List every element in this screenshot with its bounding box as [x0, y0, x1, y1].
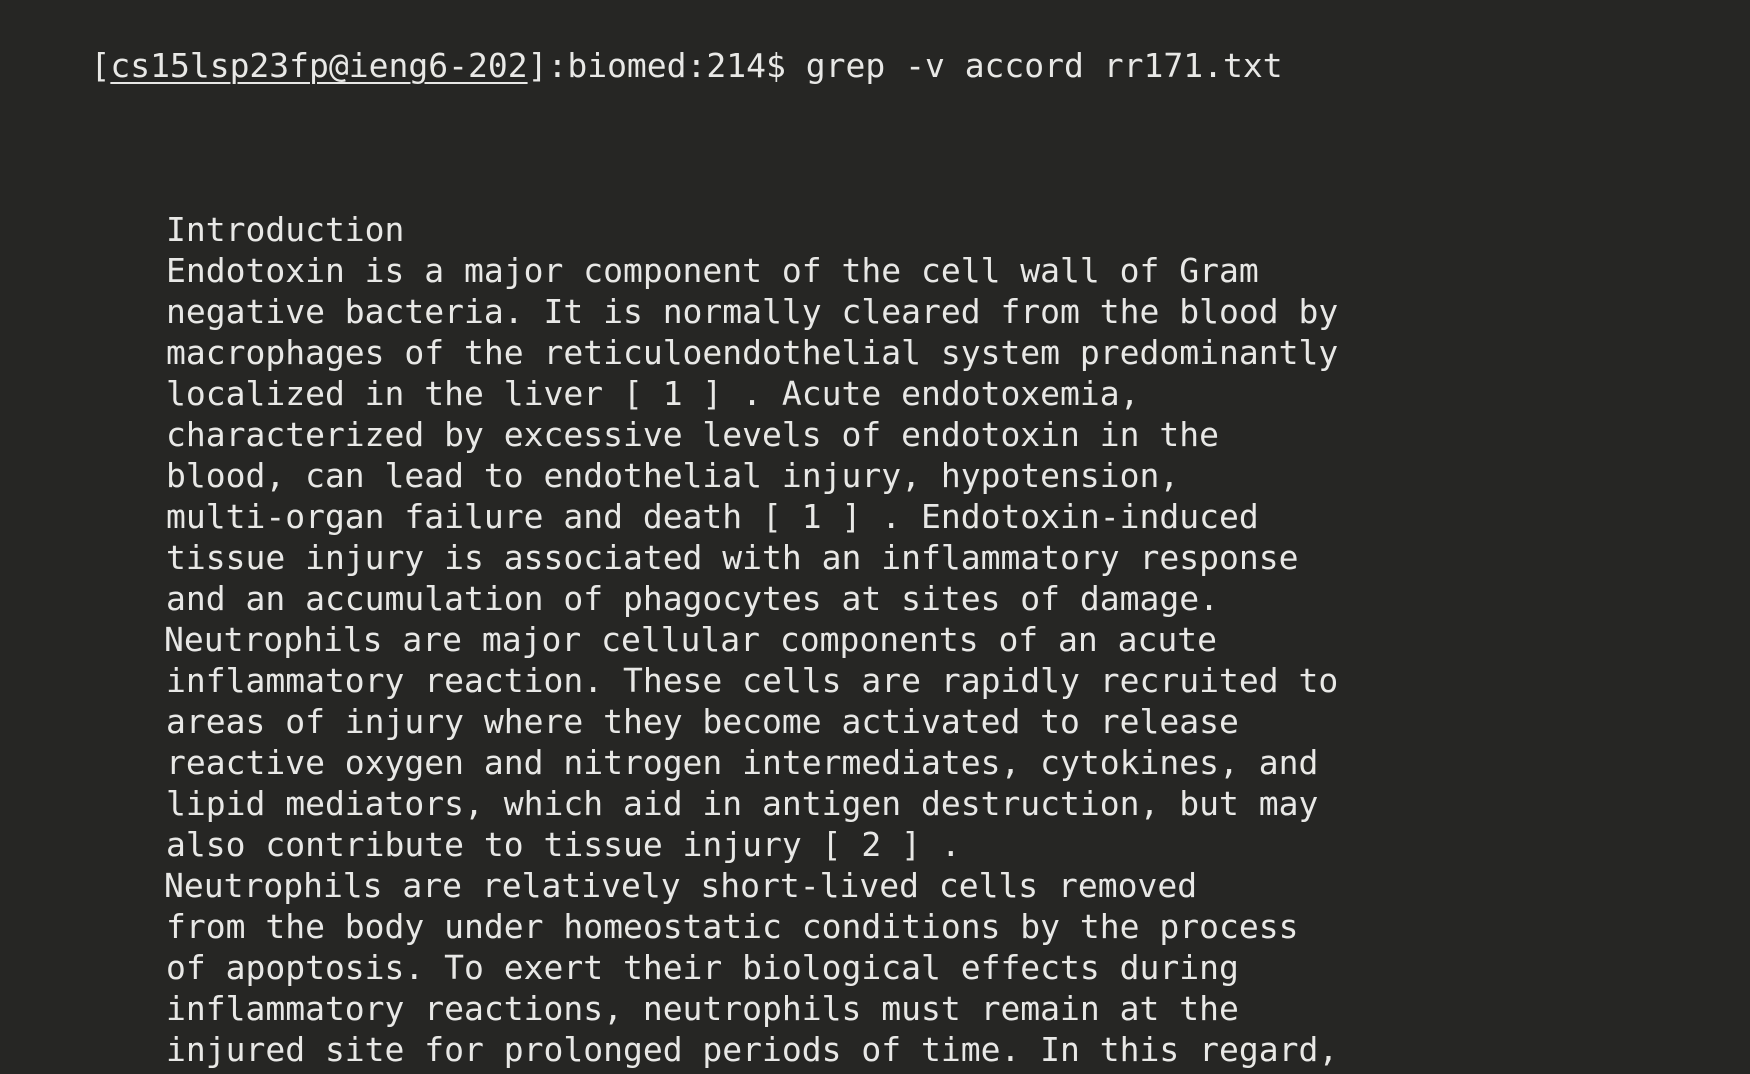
command-output: Introduction Endotoxin is a major compon… [164, 209, 1339, 1070]
output-line: multi-organ failure and death [ 1 ] . En… [166, 497, 1259, 536]
output-line: Endotoxin is a major component of the ce… [166, 251, 1259, 290]
output-line: tissue injury is associated with an infl… [166, 538, 1299, 577]
command-prompt-line: [cs15lsp23fp@ieng6-202]:biomed:214$ grep… [11, 4, 1282, 85]
output-line: and an accumulation of phagocytes at sit… [166, 579, 1219, 618]
output-line: macrophages of the reticuloendothelial s… [166, 333, 1339, 372]
command-text: grep -v accord rr171.txt [805, 46, 1283, 85]
output-line: localized in the liver [ 1 ] . Acute end… [166, 374, 1140, 413]
output-line: blood, can lead to endothelial injury, h… [166, 456, 1180, 495]
prompt-user-host: cs15lsp23fp@ieng6-202 [110, 46, 528, 85]
output-line: areas of injury where they become activa… [166, 702, 1239, 741]
prompt-path: ]:biomed:214$ [527, 46, 806, 85]
output-line: Introduction [166, 210, 405, 249]
output-line: lipid mediators, which aid in antigen de… [166, 784, 1319, 823]
output-line: Neutrophils are major cellular component… [164, 620, 1217, 659]
output-line: inflammatory reaction. These cells are r… [166, 661, 1339, 700]
output-line: characterized by excessive levels of end… [166, 415, 1219, 454]
prompt-open-bracket: [ [90, 46, 111, 85]
output-line: also contribute to tissue injury [ 2 ] . [166, 825, 961, 864]
output-line: reactive oxygen and nitrogen intermediat… [166, 743, 1319, 782]
terminal-window[interactable]: [cs15lsp23fp@ieng6-202]:biomed:214$ grep… [0, 0, 1750, 1074]
output-line: inflammatory reactions, neutrophils must… [166, 989, 1239, 1028]
output-line: injured site for prolonged periods of ti… [166, 1030, 1339, 1069]
output-line: from the body under homeostatic conditio… [166, 907, 1299, 946]
output-line: Neutrophils are relatively short-lived c… [164, 866, 1198, 905]
output-line: negative bacteria. It is normally cleare… [166, 292, 1339, 331]
output-line: of apoptosis. To exert their biological … [166, 948, 1239, 987]
